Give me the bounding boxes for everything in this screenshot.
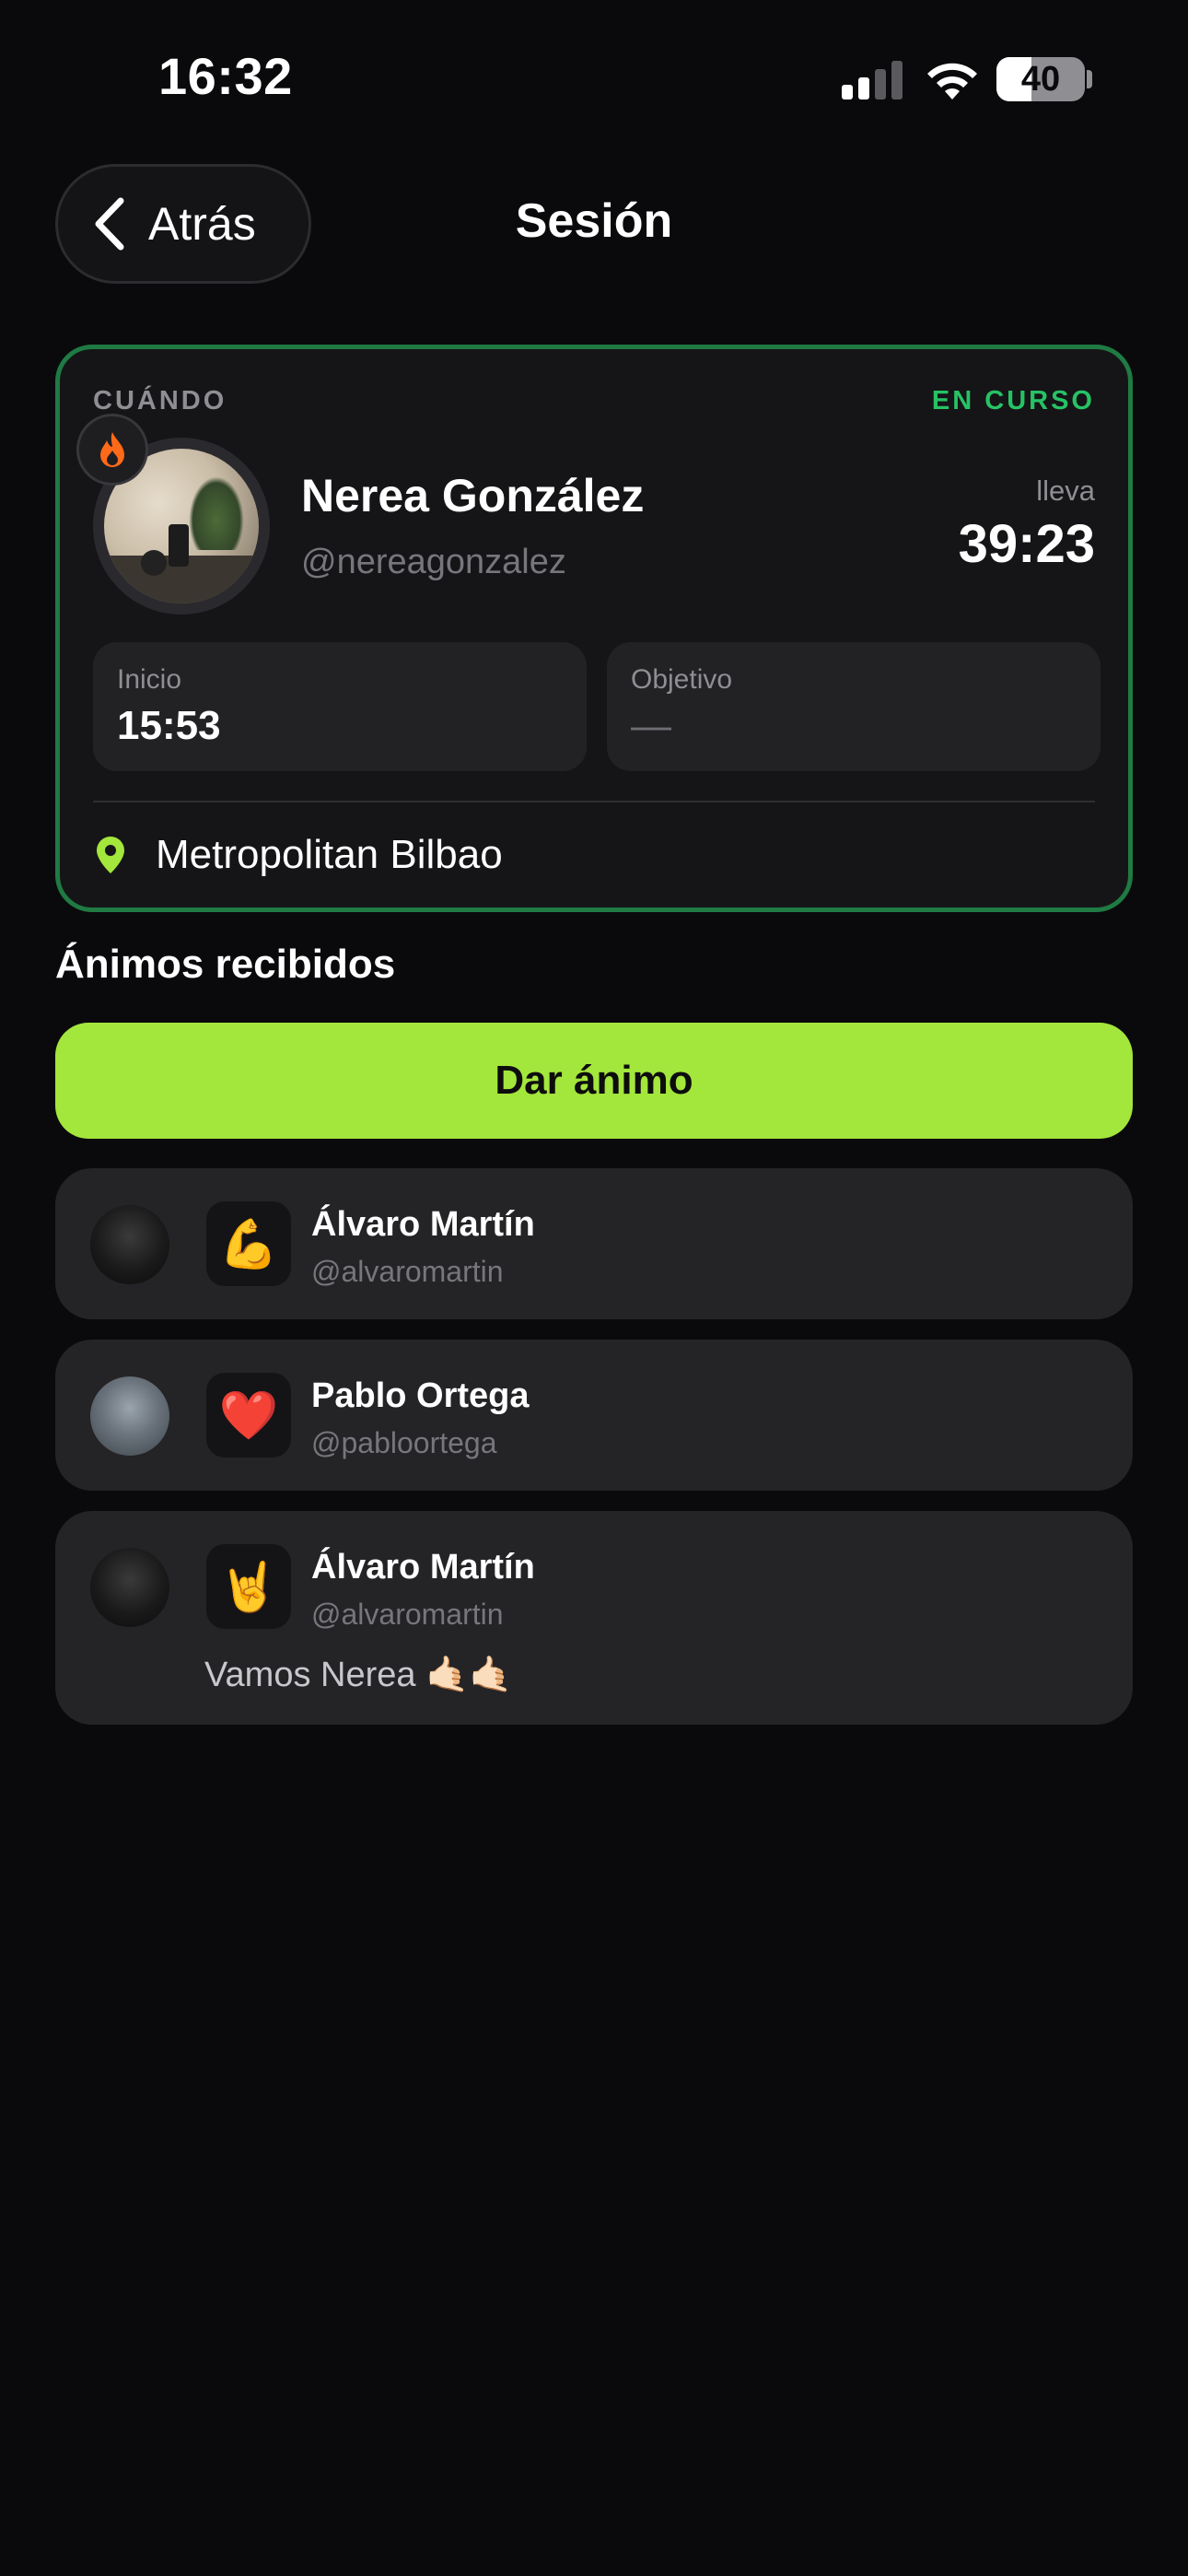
status-time: 16:32 xyxy=(158,47,293,105)
battery-icon: 40 xyxy=(996,57,1085,101)
when-label: CUÁNDO xyxy=(93,386,227,416)
cheer-list-item[interactable]: ❤️ Pablo Ortega @pabloortega xyxy=(55,1340,1133,1491)
wifi-icon xyxy=(927,63,977,100)
cheer-name: Álvaro Martín xyxy=(311,1548,535,1587)
start-value: 15:53 xyxy=(117,703,221,748)
give-cheer-button[interactable]: Dar ánimo xyxy=(55,1023,1133,1139)
avatar xyxy=(90,1548,169,1627)
battery-nub xyxy=(1087,70,1092,88)
session-screen: 16:32 40 Atrás Sesión CUÁNDO EN CURSO Ne… xyxy=(0,0,1188,2576)
start-label: Inicio xyxy=(117,664,182,695)
fire-badge xyxy=(76,414,148,486)
elapsed-label: lleva xyxy=(1036,474,1095,507)
page-title: Sesión xyxy=(515,194,673,248)
user-name: Nerea González xyxy=(301,470,645,521)
goal-label: Objetivo xyxy=(631,664,733,695)
cheer-handle: @pabloortega xyxy=(311,1426,497,1459)
elapsed-time: 39:23 xyxy=(958,514,1095,574)
location-pin-icon xyxy=(97,837,124,873)
start-time-box: Inicio 15:53 xyxy=(93,642,587,771)
cheer-message: Vamos Nerea 🤙🏻🤙🏻 xyxy=(204,1656,513,1694)
cheer-list-item[interactable]: 💪 Álvaro Martín @alvaromartin xyxy=(55,1168,1133,1319)
cheer-name: Pablo Ortega xyxy=(311,1376,530,1415)
session-card: CUÁNDO EN CURSO Nerea González @nereagon… xyxy=(55,345,1133,912)
signal-icon xyxy=(842,61,903,100)
cheer-emoji: ❤️ xyxy=(206,1373,291,1458)
section-title: Ánimos recibidos xyxy=(55,942,396,987)
divider xyxy=(93,801,1095,802)
location-name: Metropolitan Bilbao xyxy=(156,832,503,877)
goal-value: — xyxy=(631,703,671,748)
user-handle: @nereagonzalez xyxy=(301,543,566,581)
cheer-name: Álvaro Martín xyxy=(311,1205,535,1244)
cheer-handle: @alvaromartin xyxy=(311,1598,504,1631)
avatar xyxy=(90,1205,169,1284)
goal-box: Objetivo — xyxy=(607,642,1101,771)
status-badge: EN CURSO xyxy=(931,386,1095,416)
location-row[interactable]: Metropolitan Bilbao xyxy=(93,832,503,878)
cheer-list-item[interactable]: 🤘 Álvaro Martín @alvaromartin Vamos Nere… xyxy=(55,1511,1133,1725)
battery-percent: 40 xyxy=(1020,59,1061,99)
cheer-emoji: 💪 xyxy=(206,1201,291,1286)
cheer-emoji: 🤘 xyxy=(206,1544,291,1629)
avatar xyxy=(90,1376,169,1456)
fire-icon xyxy=(100,432,124,467)
cheer-handle: @alvaromartin xyxy=(311,1255,504,1288)
